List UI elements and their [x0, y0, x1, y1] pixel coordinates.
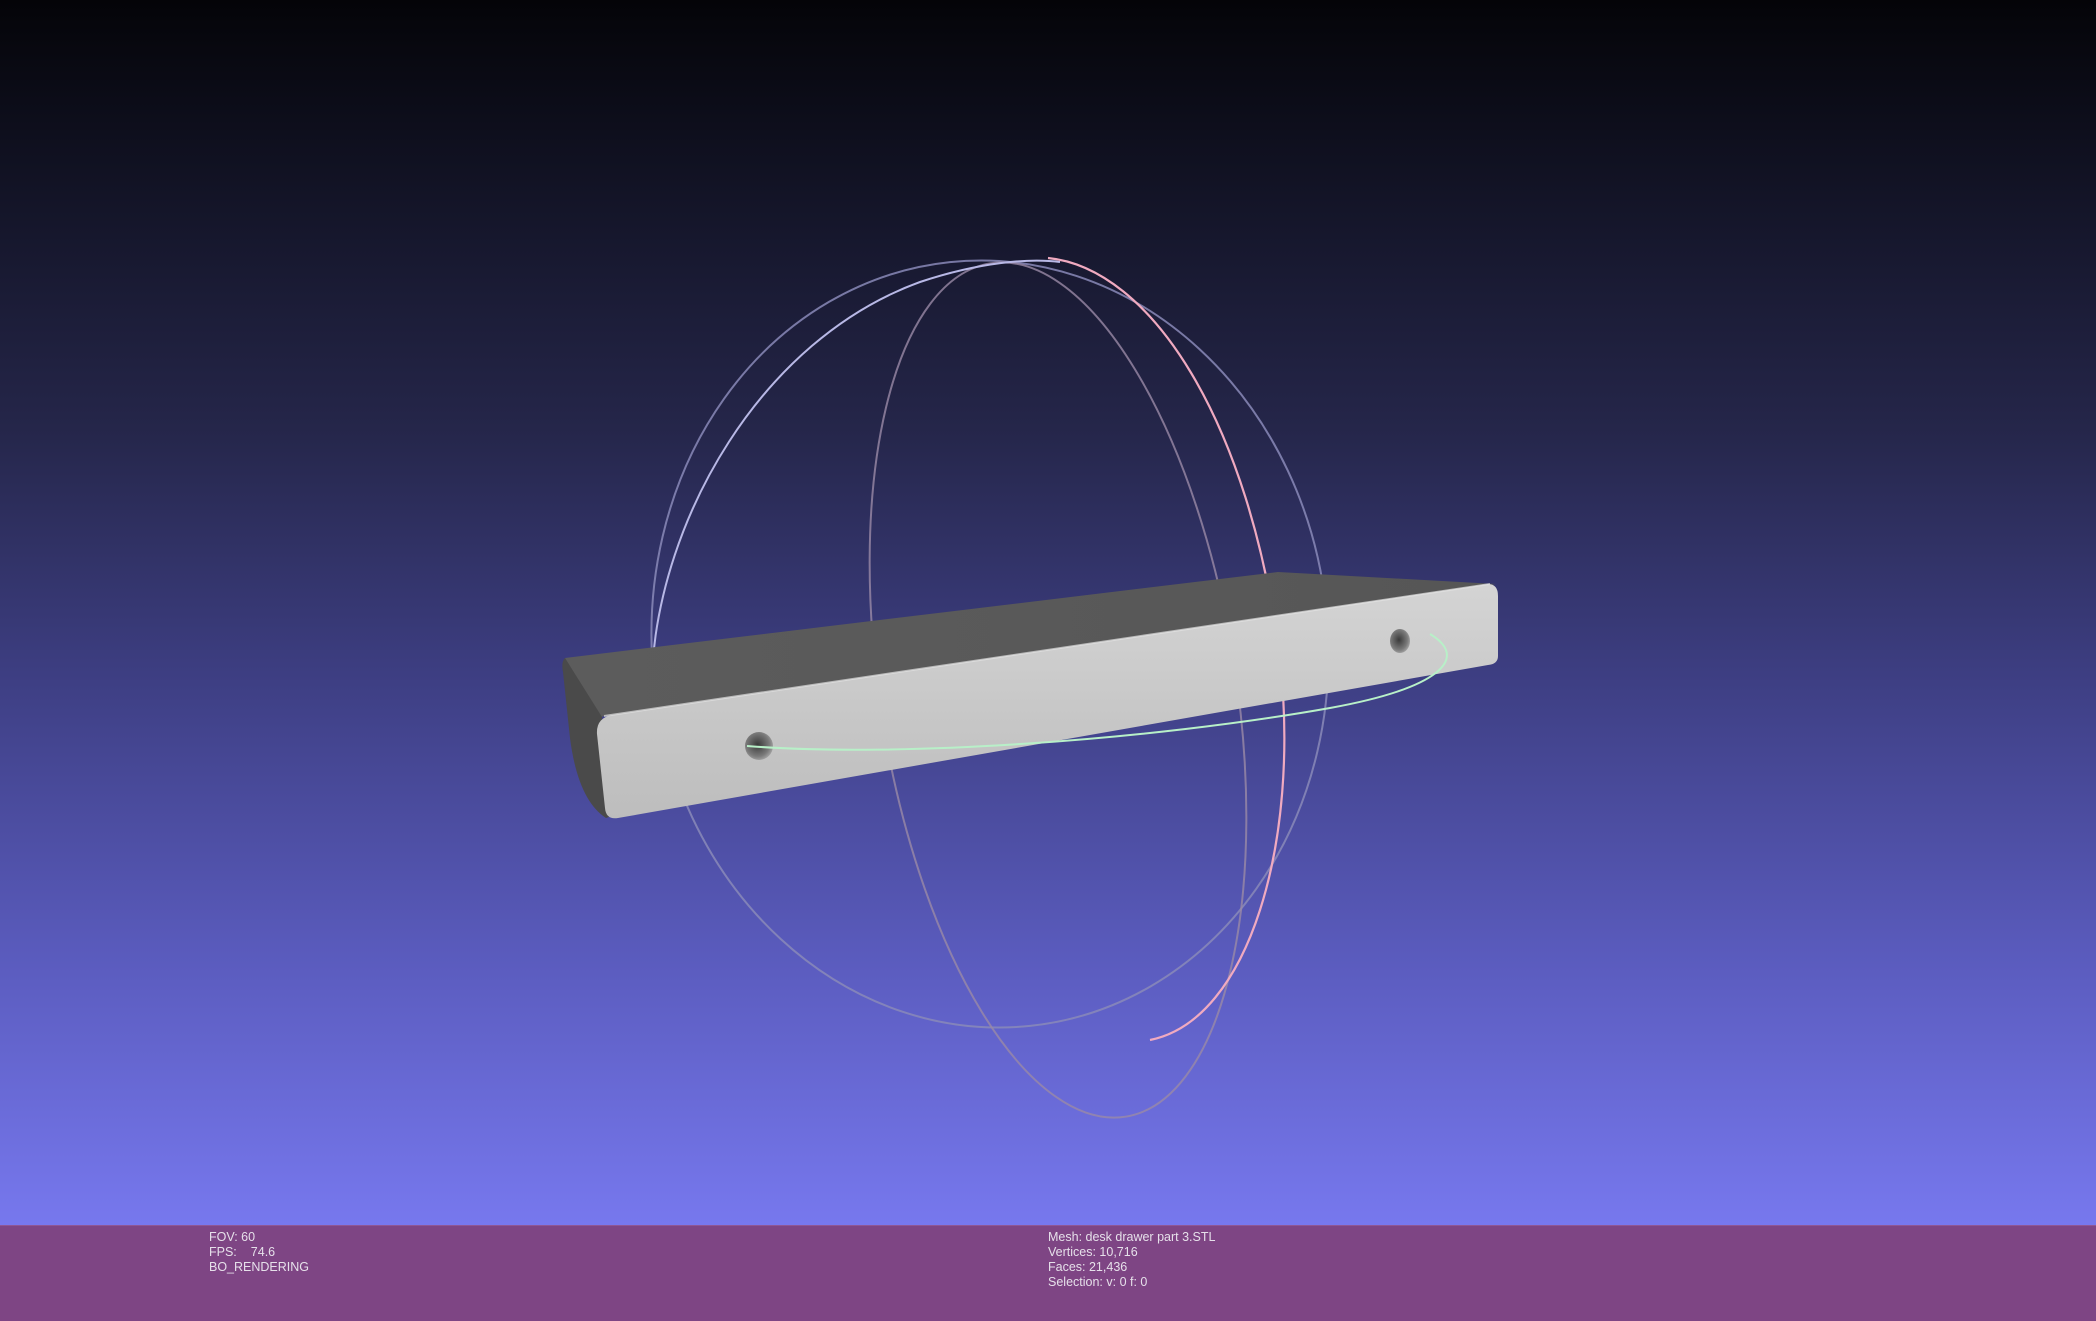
- render-mode: BO_RENDERING: [209, 1260, 310, 1274]
- face-count: Faces: 21,436: [1048, 1260, 1128, 1274]
- fps-value: 74.6: [250, 1245, 276, 1259]
- selection-info: Selection: v: 0 f: 0: [1048, 1275, 1148, 1289]
- fps-readout: FPS: 74.6: [209, 1245, 309, 1260]
- scene-canvas[interactable]: [0, 0, 2096, 1225]
- mesh-name: Mesh: desk drawer part 3.STL: [1048, 1230, 1216, 1244]
- render-info: FOV: 60 FPS: 74.6 BO_RENDERING: [209, 1230, 309, 1275]
- 3d-viewport[interactable]: [0, 0, 2096, 1225]
- fps-label: FPS:: [209, 1245, 237, 1259]
- mesh-info: Mesh: desk drawer part 3.STL Vertices: 1…: [1048, 1230, 1215, 1290]
- vertex-count: Vertices: 10,716: [1048, 1245, 1138, 1259]
- mesh-hole-right: [1390, 629, 1410, 653]
- status-bar: FOV: 60 FPS: 74.6 BO_RENDERING Mesh: desk…: [0, 1225, 2096, 1321]
- fov-label: FOV: 60: [209, 1230, 256, 1244]
